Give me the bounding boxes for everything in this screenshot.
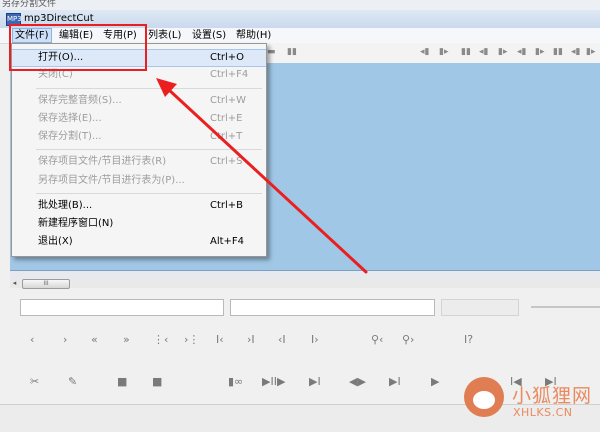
position-field[interactable] (20, 299, 224, 316)
menu-new-window[interactable]: 新建程序窗口(N) (12, 215, 266, 232)
frame-forward-button[interactable]: ›⋮ (184, 333, 199, 347)
go-end-button[interactable]: ›I (247, 333, 255, 347)
watermark-text: 小狐狸网 (512, 385, 593, 407)
menu-save-full: 保存完整音频(S)... Ctrl+W (38, 95, 247, 106)
selection-field[interactable] (230, 299, 435, 316)
file-menu-dropdown: 打开(O)... Ctrl+O 关闭(C) Ctrl+F4 保存完整音频(S).… (11, 43, 267, 257)
play-button[interactable]: ▶ (431, 375, 439, 389)
menu-save-project: 保存项目文件/节目进行表(R) Ctrl+S (38, 156, 243, 167)
menu-list[interactable]: 列表(L) (146, 29, 183, 42)
menu-save-split: 保存分割(T)... Ctrl+T (38, 131, 243, 142)
fox-logo-icon (464, 377, 504, 417)
menu-separator (36, 193, 262, 194)
background-window-fragment: 另存分割文件 (0, 0, 600, 10)
sel-end-button[interactable]: I› (311, 333, 319, 347)
toolbar: ▬ ▮▮ ◂▮ ▮▸ ▮▮ ◂▮ ▮▸ ◂▮ ▮▸ ▮▮ ◂▮ ▮▸ (265, 43, 600, 64)
window-title: mp3DirectCut (24, 13, 94, 24)
menu-save-selection: 保存选择(E)... Ctrl+E (38, 113, 243, 124)
annotation-highlight-box (9, 24, 147, 71)
rewind-button[interactable]: « (91, 333, 98, 347)
toolbar-zoom-in-icon[interactable]: ◂▮ (517, 47, 526, 57)
background-window-text: 另存分割文件 (2, 0, 57, 9)
menu-help[interactable]: 帮助(H) (234, 29, 273, 42)
menu-save-project-as: 另存项目文件/节目进行表为(P)... (38, 175, 185, 186)
menu-settings[interactable]: 设置(S) (190, 29, 228, 42)
menu-batch[interactable]: 批处理(B)... Ctrl+B (12, 197, 266, 214)
step-forward-button[interactable]: › (63, 333, 67, 347)
find-forward-button[interactable]: ⚲› (402, 333, 414, 347)
toolbar-mark-start-icon[interactable]: ◂▮ (479, 47, 488, 57)
toolbar-cue-next-icon[interactable]: ▮▸ (439, 47, 448, 57)
play-selection-button[interactable]: ◀▶ (349, 375, 366, 389)
menu-separator (36, 88, 262, 89)
loop-button[interactable]: ▮∞ (228, 375, 243, 389)
stop-button[interactable]: ■ (117, 375, 127, 389)
scroll-left-arrow-icon[interactable]: ◂ (10, 278, 19, 288)
step-back-button[interactable]: ‹ (30, 333, 34, 347)
cut-button[interactable]: ✂ (30, 375, 39, 389)
toolbar-fade-in-icon[interactable]: ◂▮ (571, 47, 580, 57)
watermark-url: XHLKS.CN (513, 406, 573, 419)
stop-record-button[interactable]: ■ (152, 375, 162, 389)
toolbar-split-icon[interactable]: ▮▮ (553, 47, 563, 57)
play-to-end-button[interactable]: ▶I (309, 375, 321, 389)
toolbar-cue-icon[interactable]: ▮▮ (461, 47, 471, 57)
play-pause-button[interactable]: ▶II▶ (262, 375, 285, 389)
toolbar-save-icon[interactable]: ▮▮ (287, 47, 297, 57)
menu-separator (36, 149, 262, 150)
horizontal-scrollbar[interactable]: ◂ III (10, 278, 600, 289)
volume-slider[interactable] (531, 306, 600, 308)
toolbar-fade-out-icon[interactable]: ▮▸ (586, 47, 595, 57)
toolbar-doc-icon[interactable]: ▬ (267, 47, 276, 57)
toolbar-zoom-out-icon[interactable]: ▮▸ (535, 47, 544, 57)
edit-button[interactable]: ✎ (68, 375, 77, 389)
toolbar-cue-prev-icon[interactable]: ◂▮ (420, 47, 429, 57)
info-field (441, 299, 519, 316)
frame-back-button[interactable]: ⋮‹ (153, 333, 168, 347)
toolbar-mark-end-icon[interactable]: ▮▸ (498, 47, 507, 57)
play-from-button[interactable]: ▶I (389, 375, 401, 389)
menu-exit[interactable]: 退出(X) Alt+F4 (12, 233, 266, 250)
find-back-button[interactable]: ⚲‹ (371, 333, 383, 347)
pause-detect-button[interactable]: I? (464, 333, 473, 347)
go-start-button[interactable]: I‹ (216, 333, 224, 347)
fast-forward-button[interactable]: » (123, 333, 130, 347)
scroll-thumb[interactable]: III (22, 279, 70, 289)
watermark: 小狐狸网 XHLKS.CN (452, 373, 600, 427)
sel-start-button[interactable]: ‹I (278, 333, 286, 347)
